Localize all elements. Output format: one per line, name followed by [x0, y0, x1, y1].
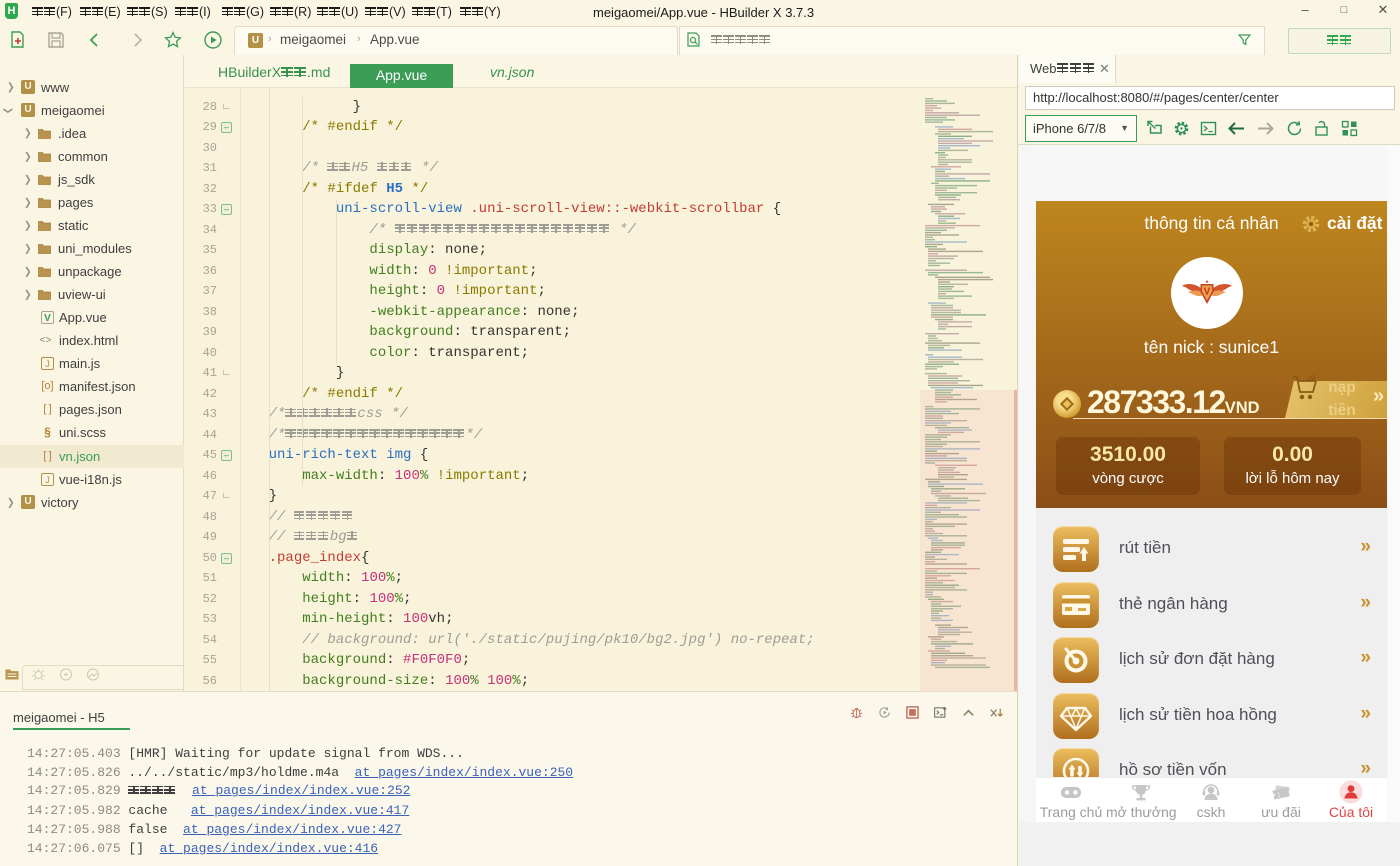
svg-text:V: V	[1204, 287, 1211, 298]
